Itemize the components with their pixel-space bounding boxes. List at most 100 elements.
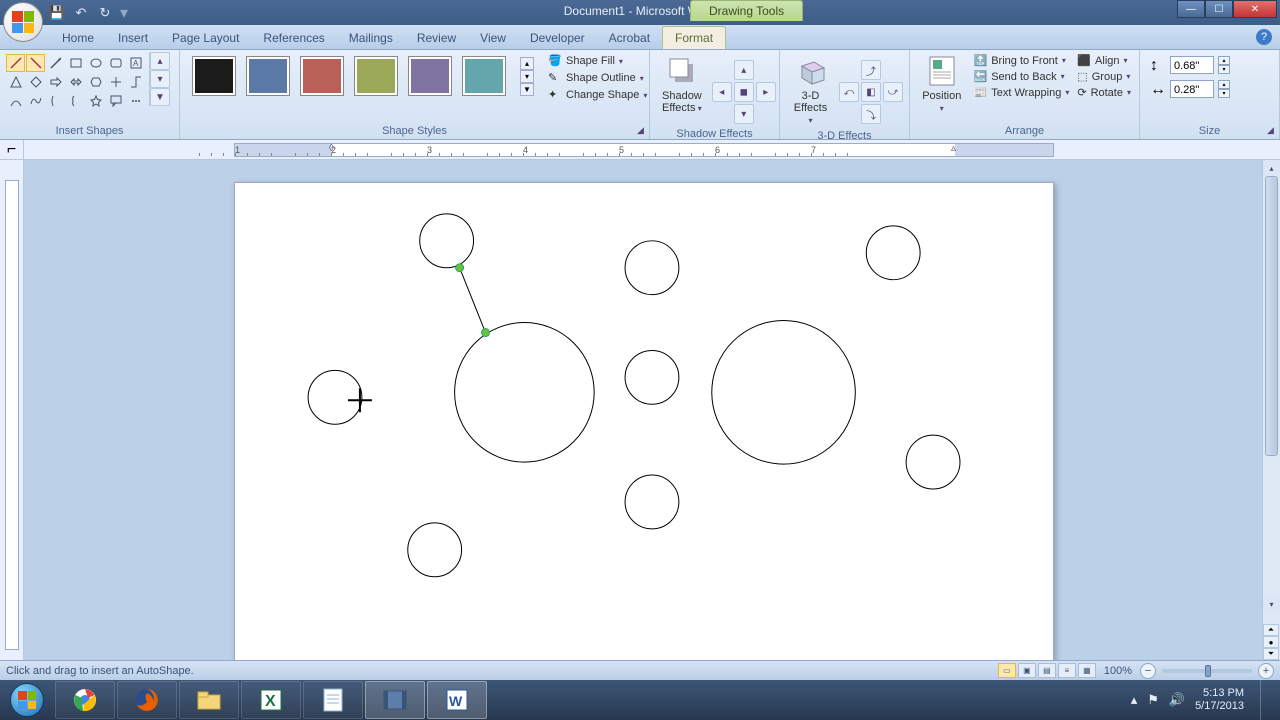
tray-volume-icon[interactable]: 🔊 bbox=[1169, 692, 1185, 708]
shapes-gallery[interactable]: A bbox=[4, 52, 147, 112]
dialog-launcher-icon[interactable]: ◢ bbox=[1264, 124, 1277, 137]
minimize-button[interactable]: — bbox=[1177, 0, 1205, 18]
gallery-down-icon[interactable]: ▾ bbox=[150, 70, 170, 88]
page[interactable] bbox=[234, 182, 1054, 660]
3d-effects-button[interactable]: 3-D Effects bbox=[784, 52, 837, 128]
task-media[interactable] bbox=[365, 681, 425, 719]
tray-flag-icon[interactable]: ⚑ bbox=[1147, 692, 1159, 708]
view-draft-icon[interactable]: ▦ bbox=[1078, 663, 1096, 678]
task-notepad[interactable] bbox=[303, 681, 363, 719]
shape-freeform-icon[interactable] bbox=[26, 92, 45, 110]
right-indent-marker-icon[interactable]: ▵ bbox=[951, 143, 956, 154]
view-web-layout-icon[interactable]: ▤ bbox=[1038, 663, 1056, 678]
nudge-right-icon[interactable]: ▸ bbox=[756, 82, 776, 102]
start-button[interactable] bbox=[0, 680, 54, 720]
shape-hexagon-icon[interactable] bbox=[86, 73, 105, 91]
spinner-up-icon[interactable]: ▴ bbox=[1218, 80, 1230, 89]
task-explorer[interactable] bbox=[179, 681, 239, 719]
shape-oval-icon[interactable] bbox=[86, 54, 105, 72]
change-shape-button[interactable]: ✦Change Shape bbox=[548, 88, 647, 102]
scroll-up-icon[interactable]: ▴ bbox=[1263, 160, 1280, 176]
tilt-left-icon[interactable]: ⤺ bbox=[839, 82, 859, 102]
3d-toggle-icon[interactable]: ◧ bbox=[861, 82, 881, 102]
tab-references[interactable]: References bbox=[251, 27, 336, 49]
tab-view[interactable]: View bbox=[468, 27, 518, 49]
dialog-launcher-icon[interactable]: ◢ bbox=[634, 124, 647, 137]
zoom-slider[interactable] bbox=[1162, 669, 1252, 673]
spinner-down-icon[interactable]: ▾ bbox=[1218, 89, 1230, 98]
style-gallery[interactable]: ▴ ▾ ▼ bbox=[184, 52, 542, 100]
nudge-up-icon[interactable]: ▴ bbox=[734, 60, 754, 80]
nudge-down-icon[interactable]: ▾ bbox=[734, 104, 754, 124]
show-desktop-button[interactable] bbox=[1260, 680, 1270, 720]
nudge-left-icon[interactable]: ◂ bbox=[712, 82, 732, 102]
prev-page-icon[interactable]: ⏶ bbox=[1263, 624, 1279, 636]
view-print-layout-icon[interactable]: ▭ bbox=[998, 663, 1016, 678]
shape-arrow-icon[interactable] bbox=[46, 54, 65, 72]
style-swatch[interactable] bbox=[462, 56, 506, 96]
shape-line-diag-icon[interactable] bbox=[26, 54, 45, 72]
style-swatch[interactable] bbox=[300, 56, 344, 96]
group-button[interactable]: ⬚Group bbox=[1077, 70, 1131, 83]
shape-rect-icon[interactable] bbox=[66, 54, 85, 72]
next-page-icon[interactable]: ⏷ bbox=[1263, 648, 1279, 660]
office-button[interactable] bbox=[3, 2, 43, 42]
height-input[interactable]: 0.68" bbox=[1170, 56, 1214, 74]
style-up-icon[interactable]: ▴ bbox=[520, 57, 534, 70]
shape-triangle-icon[interactable] bbox=[6, 73, 25, 91]
view-outline-icon[interactable]: ≡ bbox=[1058, 663, 1076, 678]
tray-show-hidden-icon[interactable]: ▴ bbox=[1131, 692, 1138, 708]
tab-developer[interactable]: Developer bbox=[518, 27, 597, 49]
shape-roundrect-icon[interactable] bbox=[106, 54, 125, 72]
width-input[interactable]: 0.28" bbox=[1170, 80, 1214, 98]
style-swatch[interactable] bbox=[192, 56, 236, 96]
tab-acrobat[interactable]: Acrobat bbox=[597, 27, 662, 49]
shape-cross-icon[interactable] bbox=[106, 73, 125, 91]
tab-format[interactable]: Format bbox=[662, 26, 726, 49]
shape-arrow-right-icon[interactable] bbox=[46, 73, 65, 91]
send-to-back-button[interactable]: 🔙Send to Back bbox=[974, 70, 1070, 83]
zoom-thumb[interactable] bbox=[1205, 665, 1211, 677]
position-button[interactable]: Position bbox=[914, 52, 970, 116]
style-swatch[interactable] bbox=[354, 56, 398, 96]
shape-connector-icon[interactable] bbox=[126, 73, 145, 91]
spinner-up-icon[interactable]: ▴ bbox=[1218, 56, 1230, 65]
shadow-toggle-icon[interactable]: ◼ bbox=[734, 82, 754, 102]
view-full-screen-icon[interactable]: ▣ bbox=[1018, 663, 1036, 678]
tilt-right-icon[interactable]: ⤻ bbox=[883, 82, 903, 102]
redo-icon[interactable]: ↻ bbox=[96, 4, 114, 22]
browse-object-icon[interactable]: ● bbox=[1263, 636, 1279, 648]
shape-fill-button[interactable]: 🪣Shape Fill bbox=[548, 54, 647, 68]
shape-bracket-icon[interactable] bbox=[46, 92, 65, 110]
align-button[interactable]: ⬛Align bbox=[1077, 54, 1131, 67]
canvas[interactable] bbox=[24, 160, 1280, 660]
shape-curve-icon[interactable] bbox=[6, 92, 25, 110]
shape-textbox-icon[interactable]: A bbox=[126, 54, 145, 72]
scroll-thumb[interactable] bbox=[1265, 176, 1278, 456]
rotate-button[interactable]: ⟳Rotate bbox=[1077, 86, 1131, 99]
tab-mailings[interactable]: Mailings bbox=[337, 27, 405, 49]
text-wrapping-button[interactable]: 📰Text Wrapping bbox=[974, 86, 1070, 99]
spinner-down-icon[interactable]: ▾ bbox=[1218, 65, 1230, 74]
shape-callout-icon[interactable] bbox=[106, 92, 125, 110]
style-more-icon[interactable]: ▼ bbox=[520, 83, 534, 96]
zoom-percent[interactable]: 100% bbox=[1104, 665, 1132, 677]
shape-outline-button[interactable]: ✎Shape Outline bbox=[548, 71, 647, 85]
help-button[interactable]: ? bbox=[1256, 29, 1272, 45]
maximize-button[interactable]: ☐ bbox=[1205, 0, 1233, 18]
shadow-effects-button[interactable]: Shadow Effects bbox=[654, 52, 710, 116]
shape-more-icon[interactable] bbox=[126, 92, 145, 110]
tilt-up-icon[interactable]: ⤴ bbox=[861, 60, 881, 80]
tilt-down-icon[interactable]: ⤵ bbox=[861, 104, 881, 124]
zoom-out-button[interactable]: − bbox=[1140, 663, 1156, 679]
undo-icon[interactable]: ↶ bbox=[72, 4, 90, 22]
shape-arrow-lr-icon[interactable] bbox=[66, 73, 85, 91]
shape-star-icon[interactable] bbox=[86, 92, 105, 110]
tab-insert[interactable]: Insert bbox=[106, 27, 160, 49]
save-icon[interactable]: 💾 bbox=[48, 4, 66, 22]
tab-home[interactable]: Home bbox=[50, 27, 106, 49]
tab-review[interactable]: Review bbox=[405, 27, 468, 49]
tab-selector-icon[interactable]: ⌐ bbox=[0, 140, 24, 159]
tab-page-layout[interactable]: Page Layout bbox=[160, 27, 251, 49]
vertical-scrollbar[interactable]: ▴ ▾ ⏶ ● ⏷ bbox=[1262, 160, 1280, 660]
